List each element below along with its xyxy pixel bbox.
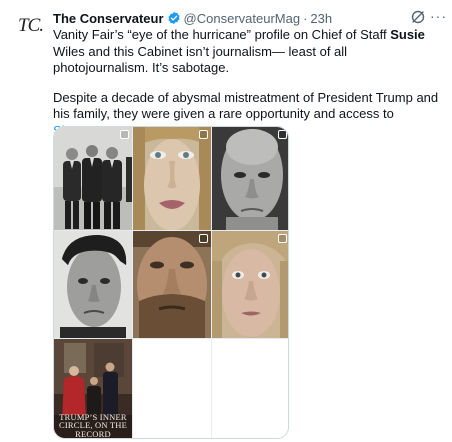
photo-men-in-suits[interactable] [54,127,132,230]
tweet-paragraph-2: Despite a decade of abysmal mistreatment… [53,89,439,122]
tweet: TC. The Conservateur @ConservateurMag · … [0,0,452,442]
separator-dot: · [303,10,308,26]
photo-bearded-man[interactable] [133,231,211,338]
more-options-icon[interactable]: ··· [430,9,446,25]
photo-blonde-woman[interactable] [133,127,211,230]
photo-bearded-man-image [133,231,211,338]
photo-select-icon[interactable] [199,130,208,139]
photo-blonde-woman-image [133,127,211,230]
grid-divider [211,127,212,438]
photo-select-icon[interactable] [278,130,287,139]
grid-divider [54,230,288,231]
photo-dark-haired-man[interactable] [54,231,132,338]
grid-divider [54,338,288,339]
photo-select-icon[interactable] [120,130,129,139]
photo-men-in-suits-image [54,127,132,230]
para1-bold: Susie [390,27,425,42]
media-grid: TRUMP’S INNER CIRCLE, ON THE RECORD [53,126,289,439]
photo-bald-man-image [212,127,288,230]
avatar[interactable]: TC. [18,11,48,41]
para1-text: Vanity Fair’s “eye of the hurricane” pro… [53,27,391,42]
photo-magazine-cover[interactable]: TRUMP’S INNER CIRCLE, ON THE RECORD [54,339,132,439]
photo-older-woman[interactable] [212,231,288,338]
verified-badge-icon [168,11,180,25]
tweet-header: The Conservateur @ConservateurMag · 23h [53,10,443,26]
display-name[interactable]: The Conservateur [53,11,164,26]
tweet-paragraph-1: Vanity Fair’s “eye of the hurricane” pro… [53,27,445,77]
grid-divider [132,127,133,438]
grok-icon[interactable] [410,9,426,25]
photo-dark-haired-man-image [54,231,132,338]
photo-older-woman-image [212,231,288,338]
para1-text-end: Wiles and this Cabinet isn’t journalism—… [53,43,348,76]
photo-select-icon[interactable] [278,234,287,243]
photo-select-icon[interactable] [199,234,208,243]
magazine-cover-title: TRUMP’S INNER CIRCLE, ON THE RECORD [58,411,128,439]
photo-bald-man[interactable] [212,127,288,230]
user-handle[interactable]: @ConservateurMag [184,11,301,26]
tweet-text: Vanity Fair’s “eye of the hurricane” pro… [53,27,445,139]
timestamp[interactable]: 23h [310,11,332,26]
